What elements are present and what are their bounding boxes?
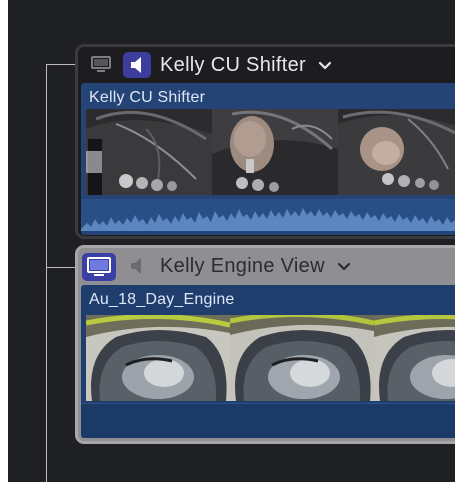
video-clip[interactable]: Au_18_Day_Engine xyxy=(81,285,455,438)
monitor-icon[interactable] xyxy=(82,253,116,281)
angle-row-kelly-cu-shifter[interactable]: Kelly CU Shifter Kelly CU Shifter xyxy=(75,44,455,239)
monitor-icon[interactable] xyxy=(90,56,112,74)
angle-connector-line xyxy=(46,64,47,482)
angle-header: Kelly CU Shifter xyxy=(78,47,455,83)
filmstrip-frame xyxy=(230,315,374,401)
angle-name: Kelly Engine View xyxy=(160,255,351,278)
filmstrip-frame xyxy=(86,315,230,401)
angle-name-label: Kelly Engine View xyxy=(160,255,325,277)
speaker-icon[interactable] xyxy=(123,52,151,78)
filmstrip-frame xyxy=(374,315,455,401)
video-clip[interactable]: Kelly CU Shifter xyxy=(81,83,455,235)
filmstrip-frame xyxy=(86,109,212,195)
audio-waveform xyxy=(81,199,455,231)
angle-row-kelly-engine-view[interactable]: Kelly Engine View Au_18_Day_Engine xyxy=(75,245,455,444)
clip-audio-band xyxy=(81,403,455,438)
clip-filmstrip xyxy=(86,315,455,401)
clip-filmstrip xyxy=(86,109,455,195)
filmstrip-frame xyxy=(338,109,455,195)
angle-2-connector xyxy=(46,267,76,268)
angle-name: Kelly CU Shifter xyxy=(160,54,332,77)
chevron-down-icon[interactable] xyxy=(337,255,351,278)
speaker-icon[interactable] xyxy=(123,253,151,279)
angle-name-label: Kelly CU Shifter xyxy=(160,54,306,76)
filmstrip-frame xyxy=(212,109,338,195)
multicam-angle-editor: Kelly CU Shifter Kelly CU Shifter Kelly … xyxy=(8,0,455,482)
clip-name: Au_18_Day_Engine xyxy=(89,291,235,308)
clip-name: Kelly CU Shifter xyxy=(89,89,206,106)
angle-header: Kelly Engine View xyxy=(78,248,455,284)
chevron-down-icon[interactable] xyxy=(318,54,332,77)
